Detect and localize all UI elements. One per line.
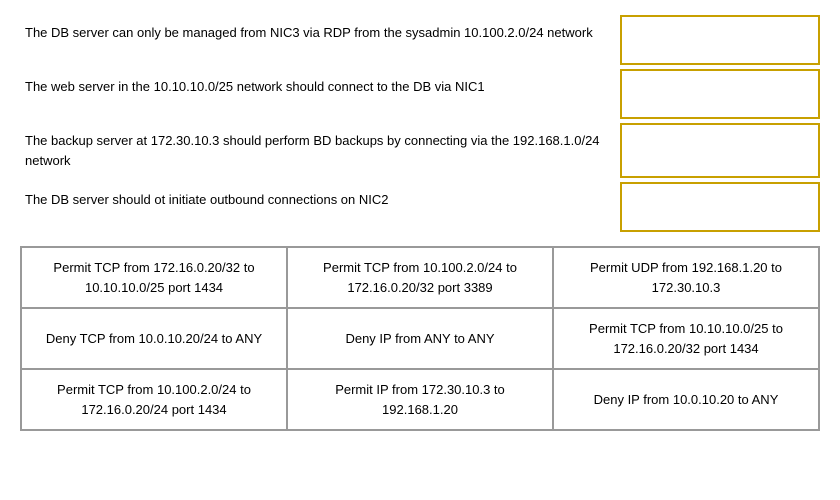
question-row-4: The DB server should ot initiate outboun… [20, 182, 820, 232]
question-text-2: The web server in the 10.10.10.0/25 netw… [20, 69, 610, 119]
option-cell-8[interactable]: Permit IP from 172.30.10.3 to 192.168.1.… [287, 369, 553, 430]
question-text-1: The DB server can only be managed from N… [20, 15, 610, 65]
option-cell-4[interactable]: Deny TCP from 10.0.10.20/24 to ANY [21, 308, 287, 369]
option-cell-5[interactable]: Deny IP from ANY to ANY [287, 308, 553, 369]
options-grid: Permit TCP from 172.16.0.20/32 to 10.10.… [20, 246, 820, 431]
question-row-1: The DB server can only be managed from N… [20, 15, 820, 65]
main-container: The DB server can only be managed from N… [0, 0, 840, 446]
option-cell-7[interactable]: Permit TCP from 10.100.2.0/24 to 172.16.… [21, 369, 287, 430]
answer-box-4[interactable] [620, 182, 820, 232]
answer-box-3[interactable] [620, 123, 820, 178]
question-row-3: The backup server at 172.30.10.3 should … [20, 123, 820, 178]
option-cell-6[interactable]: Permit TCP from 10.10.10.0/25 to 172.16.… [553, 308, 819, 369]
question-text-3: The backup server at 172.30.10.3 should … [20, 123, 610, 178]
option-cell-2[interactable]: Permit TCP from 10.100.2.0/24 to 172.16.… [287, 247, 553, 308]
questions-section: The DB server can only be managed from N… [20, 15, 820, 236]
answer-box-2[interactable] [620, 69, 820, 119]
question-row-2: The web server in the 10.10.10.0/25 netw… [20, 69, 820, 119]
question-text-4: The DB server should ot initiate outboun… [20, 182, 610, 232]
option-cell-9[interactable]: Deny IP from 10.0.10.20 to ANY [553, 369, 819, 430]
option-cell-1[interactable]: Permit TCP from 172.16.0.20/32 to 10.10.… [21, 247, 287, 308]
option-cell-3[interactable]: Permit UDP from 192.168.1.20 to 172.30.1… [553, 247, 819, 308]
answer-box-1[interactable] [620, 15, 820, 65]
